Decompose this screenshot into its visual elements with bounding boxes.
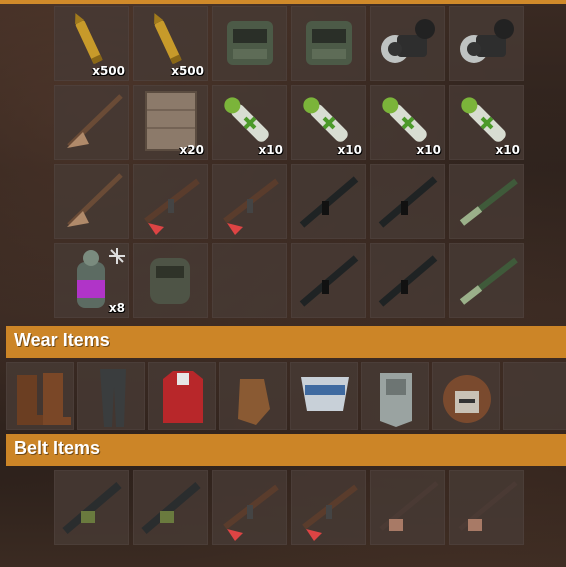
semi-rifle-icon xyxy=(458,481,518,531)
wear-slot[interactable] xyxy=(361,362,429,430)
scope-icon xyxy=(381,19,435,63)
inventory-slot[interactable] xyxy=(212,164,287,239)
assault-rifle-icon xyxy=(302,484,358,541)
wear-items-title: Wear Items xyxy=(14,330,110,350)
wear-slot[interactable] xyxy=(290,362,358,430)
hunting-bow-icon xyxy=(67,173,123,227)
pants-icon xyxy=(100,369,126,427)
belt-slot[interactable] xyxy=(54,470,129,545)
item-quantity: x500 xyxy=(92,64,125,78)
inventory-slot[interactable] xyxy=(370,243,445,318)
bolt-rifle-icon xyxy=(459,178,518,226)
inventory-slot[interactable]: x20 xyxy=(133,85,208,160)
belt-slot[interactable] xyxy=(212,470,287,545)
inventory-slot[interactable]: x10 xyxy=(291,85,366,160)
inventory-slot[interactable] xyxy=(291,164,366,239)
item-quantity: x10 xyxy=(416,143,441,157)
lr300-rifle-icon xyxy=(299,176,359,228)
inventory-slot[interactable] xyxy=(370,164,445,239)
hunting-bow-icon xyxy=(67,94,123,148)
roadsign-gloves-icon xyxy=(150,258,190,304)
m249-icon xyxy=(141,481,201,535)
wear-slot[interactable] xyxy=(432,362,500,430)
inventory-slot[interactable] xyxy=(291,243,366,318)
wear-slot[interactable] xyxy=(219,362,287,430)
item-quantity: x10 xyxy=(337,143,362,157)
assault-rifle-icon xyxy=(144,178,200,235)
item-quantity: x8 xyxy=(108,301,125,315)
kilt-icon xyxy=(301,377,349,411)
inventory-slot[interactable] xyxy=(212,243,287,318)
item-quantity: x10 xyxy=(258,143,283,157)
hoodie-icon xyxy=(163,371,203,423)
belt-slot[interactable] xyxy=(449,470,524,545)
wear-items-header: Wear Items xyxy=(6,326,566,358)
inventory-slot[interactable] xyxy=(212,6,287,81)
inventory-slot[interactable] xyxy=(133,164,208,239)
semi-rifle-icon xyxy=(379,481,439,531)
helmet-icon xyxy=(443,375,491,423)
inventory-slot[interactable]: x500 xyxy=(54,6,129,81)
inventory-slot[interactable] xyxy=(370,6,445,81)
m249-icon xyxy=(62,481,122,535)
gloves-icon xyxy=(238,379,270,425)
belt-slot[interactable] xyxy=(291,470,366,545)
item-quantity: x20 xyxy=(179,143,204,157)
assault-rifle-icon xyxy=(223,484,279,541)
inventory-slot[interactable] xyxy=(291,6,366,81)
lr300-rifle-icon xyxy=(299,255,359,307)
metal-facemask-icon xyxy=(306,21,352,65)
lr300-rifle-icon xyxy=(378,176,438,228)
inventory-slot[interactable]: x500 xyxy=(133,6,208,81)
inventory-slot[interactable] xyxy=(449,243,524,318)
wear-slot[interactable] xyxy=(148,362,216,430)
belt-items-header: Belt Items xyxy=(6,434,566,466)
belt-slot[interactable] xyxy=(370,470,445,545)
top-accent-bar xyxy=(0,0,566,4)
inventory-slot[interactable] xyxy=(133,243,208,318)
bolt-rifle-icon xyxy=(459,257,518,305)
wear-slot[interactable] xyxy=(6,362,74,430)
inventory-slot[interactable] xyxy=(54,164,129,239)
inventory-slot[interactable]: x10 xyxy=(370,85,445,160)
wear-slot[interactable] xyxy=(503,362,566,430)
wear-slot[interactable] xyxy=(77,362,145,430)
belt-items-title: Belt Items xyxy=(14,438,101,458)
inventory-slot[interactable] xyxy=(54,85,129,160)
inventory-slot[interactable]: x10 xyxy=(449,85,524,160)
belt-slot[interactable] xyxy=(133,470,208,545)
metal-facemask-icon xyxy=(227,21,273,65)
inventory-slot[interactable]: x10 xyxy=(212,85,287,160)
inventory-slot[interactable] xyxy=(449,164,524,239)
assault-rifle-icon xyxy=(223,178,279,235)
scope-icon xyxy=(460,19,514,63)
item-quantity: x500 xyxy=(171,64,204,78)
chestplate-icon xyxy=(380,373,412,427)
lr300-rifle-icon xyxy=(378,255,438,307)
inventory-slot[interactable] xyxy=(449,6,524,81)
boots-icon xyxy=(17,373,71,425)
item-quantity: x10 xyxy=(495,143,520,157)
inventory-slot[interactable]: x8 xyxy=(54,243,129,318)
